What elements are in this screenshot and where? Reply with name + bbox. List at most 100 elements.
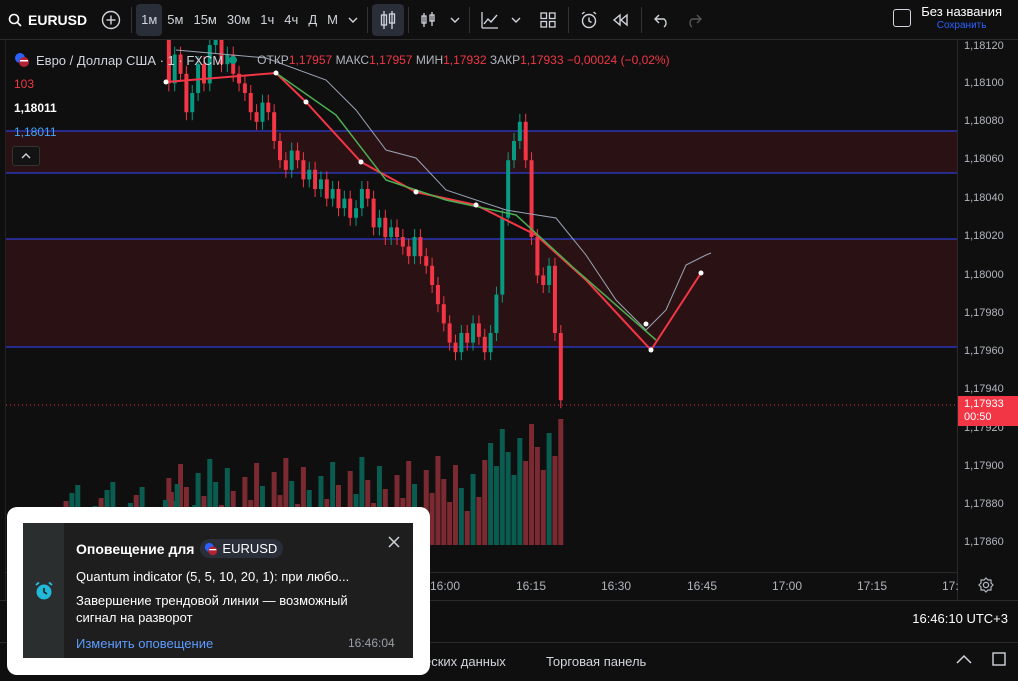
close-label: ЗАКР xyxy=(489,53,521,67)
collapse-panel-button[interactable] xyxy=(953,648,975,670)
volume-bar xyxy=(529,424,535,545)
toolbar-divider xyxy=(640,6,642,33)
candle-body xyxy=(389,227,394,237)
timeframe-1h[interactable]: 1ч xyxy=(255,4,279,36)
volume-bar xyxy=(464,511,470,545)
close-notification-button[interactable] xyxy=(388,535,400,551)
resistance-zone xyxy=(6,131,957,173)
edit-alert-link[interactable]: Изменить оповещение xyxy=(76,636,213,651)
grid-icon xyxy=(540,11,556,28)
last-price: 1,17933 xyxy=(964,398,1004,410)
price-tick: 1,18000 xyxy=(964,269,1004,281)
notification-title: Оповещение для EURUSD xyxy=(76,539,284,558)
timeframe-dropdown[interactable] xyxy=(343,4,363,36)
candle-body xyxy=(365,189,370,199)
timeframe-5m[interactable]: 5м xyxy=(162,4,188,36)
candle-body xyxy=(471,323,476,343)
alert-notification[interactable]: Оповещение для EURUSD Quantum indicator … xyxy=(23,523,413,658)
candle-body xyxy=(529,160,534,237)
alert-button[interactable] xyxy=(573,4,605,36)
timeframe-1m[interactable]: 1м xyxy=(136,3,163,36)
toolbar-divider xyxy=(407,6,409,33)
layout-title: Без названия xyxy=(921,4,1002,19)
candle-body xyxy=(330,189,335,199)
eu-us-flag-icon xyxy=(205,542,218,555)
notification-title-text: Оповещение для xyxy=(76,540,195,557)
timeframe-month[interactable]: М xyxy=(322,4,343,36)
timeframe-15m[interactable]: 15м xyxy=(188,4,221,36)
price-tick: 1,18080 xyxy=(964,115,1004,127)
candle-body xyxy=(488,333,493,353)
volume-bar xyxy=(488,443,494,545)
tab-trading-panel[interactable]: Торговая панель xyxy=(546,654,646,669)
symbol-description[interactable]: Евро / Доллар США · 1 · FXCM xyxy=(36,53,223,68)
alarm-clock-icon xyxy=(34,581,53,599)
candle-body xyxy=(278,141,282,161)
timeframe-4h[interactable]: 4ч xyxy=(279,4,303,36)
candle-body xyxy=(318,179,323,189)
candle-body xyxy=(558,333,563,401)
chart-type-dropdown[interactable] xyxy=(445,4,465,36)
price-axis[interactable]: 1,18120 1,18100 1,18080 1,18060 1,18040 … xyxy=(957,40,1018,600)
chevron-down-icon xyxy=(511,17,521,23)
redo-button[interactable] xyxy=(678,4,710,36)
candle-body xyxy=(517,121,522,141)
candle-body xyxy=(523,121,528,161)
gear-icon xyxy=(978,577,994,593)
chart-settings-button[interactable] xyxy=(978,577,994,598)
layout-name-button[interactable]: Без названия Сохранить xyxy=(893,4,1002,31)
study-button[interactable] xyxy=(474,4,506,36)
volume-bar xyxy=(493,466,499,545)
candle-body xyxy=(272,112,277,141)
symbol-name: EURUSD xyxy=(28,11,88,28)
timeframe-day[interactable]: Д xyxy=(303,4,322,36)
chevron-up-icon xyxy=(21,153,31,159)
volume-bar xyxy=(453,465,458,545)
indicators-button[interactable] xyxy=(413,4,445,36)
maximize-panel-button[interactable] xyxy=(988,648,1010,670)
price-tick: 1,17940 xyxy=(964,383,1004,395)
time-tick: 16:30 xyxy=(601,579,632,593)
market-open-dot xyxy=(229,56,238,64)
plus-circle-icon xyxy=(101,10,121,29)
rewind-icon xyxy=(612,13,628,26)
pivot-point xyxy=(698,270,704,276)
candles-style-button[interactable] xyxy=(371,3,404,36)
close-icon xyxy=(388,536,400,548)
chevron-down-icon xyxy=(348,17,358,23)
price-tick: 1,18100 xyxy=(964,77,1004,89)
study-dropdown[interactable] xyxy=(506,4,526,36)
last-price-tag: 1,17933 00:50 xyxy=(958,396,1018,426)
price-tick: 1,18120 xyxy=(964,40,1004,52)
low-label: МИН xyxy=(415,53,444,67)
top-toolbar: EURUSD 1м 5м 15м 30м 1ч 4ч Д М Без назва… xyxy=(0,0,1018,40)
notification-symbol[interactable]: EURUSD xyxy=(200,539,284,558)
undo-icon xyxy=(653,14,667,28)
support-zone xyxy=(6,239,957,347)
price-tick: 1,17880 xyxy=(964,498,1004,510)
candle-body xyxy=(512,141,516,161)
volume-bar xyxy=(534,447,540,545)
toolbar-divider xyxy=(567,6,569,33)
add-symbol-button[interactable] xyxy=(95,4,127,36)
maximize-icon xyxy=(992,652,1006,666)
volume-bar xyxy=(429,493,435,545)
symbol-search[interactable]: EURUSD xyxy=(0,4,95,36)
save-layout-link[interactable]: Сохранить xyxy=(937,20,987,31)
candle-body xyxy=(395,227,399,237)
tab-data-window[interactable]: еских данных xyxy=(424,654,506,669)
collapse-legend-button[interactable] xyxy=(12,146,40,166)
price-tick: 1,18040 xyxy=(964,192,1004,204)
templates-button[interactable] xyxy=(532,4,564,36)
candle-body xyxy=(324,179,329,199)
timeframe-30m[interactable]: 30м xyxy=(222,4,255,36)
candle-body xyxy=(371,198,376,228)
undo-button[interactable] xyxy=(646,4,678,36)
replay-button[interactable] xyxy=(605,4,637,36)
volume-bar xyxy=(505,452,511,545)
pivot-point xyxy=(273,70,279,76)
open-value: 1,17957 xyxy=(288,53,333,67)
high-label: МАКС xyxy=(335,53,370,67)
clock-display[interactable]: 16:46:10 UTC+3 xyxy=(912,611,1008,626)
search-icon xyxy=(8,13,22,27)
